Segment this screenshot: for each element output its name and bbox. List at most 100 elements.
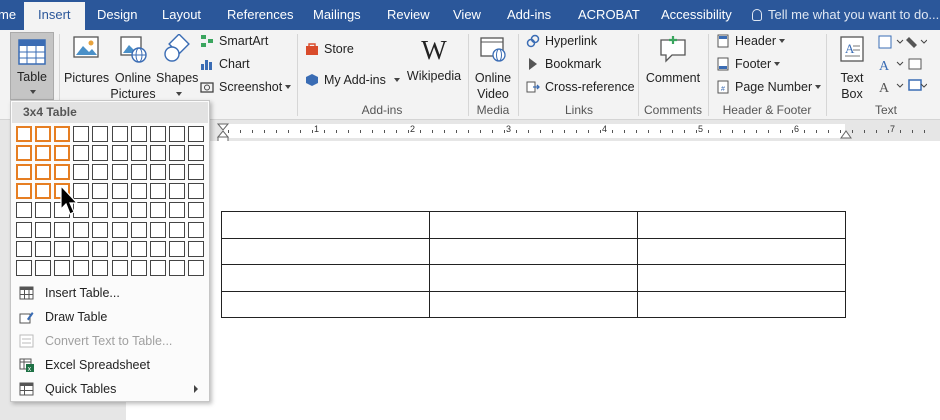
grid-cell[interactable] — [16, 222, 32, 238]
tab-references[interactable]: References — [227, 0, 293, 30]
table-cell[interactable] — [637, 264, 846, 292]
store-button[interactable]: Store — [305, 39, 354, 59]
insert-table-menu-item[interactable]: Insert Table... — [12, 281, 208, 305]
grid-cell[interactable] — [35, 126, 51, 142]
document-table[interactable] — [221, 211, 846, 318]
grid-cell[interactable] — [131, 145, 147, 161]
draw-table-menu-item[interactable]: Draw Table — [12, 305, 208, 329]
grid-cell[interactable] — [131, 222, 147, 238]
grid-cell[interactable] — [16, 202, 32, 218]
grid-cell[interactable] — [169, 241, 185, 257]
tab-design[interactable]: Design — [97, 0, 137, 30]
table-cell[interactable] — [221, 237, 430, 265]
grid-cell[interactable] — [131, 202, 147, 218]
grid-cell[interactable] — [73, 222, 89, 238]
grid-cell[interactable] — [150, 126, 166, 142]
grid-cell[interactable] — [54, 164, 70, 180]
screenshot-button[interactable]: Screenshot — [200, 77, 292, 97]
hyperlink-button[interactable]: Hyperlink — [526, 31, 597, 51]
grid-cell[interactable] — [188, 145, 204, 161]
grid-cell[interactable] — [73, 126, 89, 142]
grid-cell[interactable] — [35, 145, 51, 161]
grid-cell[interactable] — [54, 126, 70, 142]
grid-cell[interactable] — [92, 202, 108, 218]
table-cell[interactable] — [221, 211, 430, 239]
grid-cell[interactable] — [188, 126, 204, 142]
smartart-button[interactable]: SmartArt — [200, 31, 268, 51]
indent-marker-icon[interactable] — [216, 123, 230, 143]
table-cell[interactable] — [637, 290, 846, 318]
grid-cell[interactable] — [16, 183, 32, 199]
header-button[interactable]: Header — [716, 31, 785, 51]
grid-cell[interactable] — [112, 222, 128, 238]
tab-mailings[interactable]: Mailings — [313, 0, 361, 30]
quick-parts-icon[interactable] — [878, 35, 892, 49]
comment-button[interactable]: Comment — [643, 34, 703, 86]
grid-cell[interactable] — [169, 202, 185, 218]
table-cell[interactable] — [429, 211, 638, 239]
grid-cell[interactable] — [35, 241, 51, 257]
grid-cell[interactable] — [73, 145, 89, 161]
grid-cell[interactable] — [112, 183, 128, 199]
grid-cell[interactable] — [150, 222, 166, 238]
footer-button[interactable]: Footer — [716, 54, 781, 74]
grid-cell[interactable] — [169, 164, 185, 180]
grid-cell[interactable] — [92, 164, 108, 180]
tell-me-search[interactable]: Tell me what you want to do... — [752, 0, 939, 30]
table-cell[interactable] — [637, 237, 846, 265]
grid-cell[interactable] — [35, 222, 51, 238]
grid-cell[interactable] — [188, 241, 204, 257]
table-cell[interactable] — [429, 290, 638, 318]
signature-line-icon[interactable] — [906, 37, 917, 48]
grid-cell[interactable] — [54, 222, 70, 238]
grid-cell[interactable] — [188, 222, 204, 238]
bookmark-button[interactable]: Bookmark — [526, 54, 601, 74]
tab-view[interactable]: View — [453, 0, 481, 30]
grid-cell[interactable] — [16, 164, 32, 180]
tab-layout[interactable]: Layout — [162, 0, 201, 30]
grid-cell[interactable] — [112, 260, 128, 276]
chart-button[interactable]: Chart — [200, 54, 250, 74]
tab-home[interactable]: me — [0, 0, 16, 30]
grid-cell[interactable] — [16, 126, 32, 142]
wordart-icon[interactable]: A — [879, 59, 890, 74]
grid-cell[interactable] — [92, 260, 108, 276]
grid-cell[interactable] — [35, 202, 51, 218]
excel-spreadsheet-menu-item[interactable]: x Excel Spreadsheet — [12, 353, 208, 377]
grid-cell[interactable] — [188, 183, 204, 199]
grid-cell[interactable] — [16, 241, 32, 257]
grid-cell[interactable] — [169, 126, 185, 142]
grid-cell[interactable] — [112, 164, 128, 180]
grid-cell[interactable] — [150, 202, 166, 218]
grid-cell[interactable] — [150, 164, 166, 180]
online-pictures-button[interactable]: Online Pictures — [110, 34, 156, 102]
grid-cell[interactable] — [73, 241, 89, 257]
cross-reference-button[interactable]: Cross-reference — [526, 77, 635, 97]
grid-cell[interactable] — [73, 260, 89, 276]
table-cell[interactable] — [429, 237, 638, 265]
grid-cell[interactable] — [35, 164, 51, 180]
grid-cell[interactable] — [169, 222, 185, 238]
right-indent-marker-icon[interactable] — [839, 128, 853, 140]
grid-cell[interactable] — [16, 260, 32, 276]
my-addins-button[interactable]: My Add-ins — [305, 70, 400, 90]
grid-cell[interactable] — [131, 164, 147, 180]
grid-cell[interactable] — [112, 145, 128, 161]
online-video-button[interactable]: Online Video — [472, 34, 514, 102]
grid-cell[interactable] — [169, 183, 185, 199]
grid-cell[interactable] — [150, 260, 166, 276]
grid-cell[interactable] — [188, 164, 204, 180]
grid-cell[interactable] — [169, 145, 185, 161]
grid-cell[interactable] — [92, 183, 108, 199]
grid-cell[interactable] — [131, 126, 147, 142]
table-cell[interactable] — [429, 264, 638, 292]
table-button[interactable]: Table — [10, 32, 54, 100]
text-box-button[interactable]: A Text Box — [832, 34, 872, 102]
grid-cell[interactable] — [54, 145, 70, 161]
grid-cell[interactable] — [150, 241, 166, 257]
grid-cell[interactable] — [54, 260, 70, 276]
tab-review[interactable]: Review — [387, 0, 430, 30]
tab-insert[interactable]: Insert — [24, 2, 85, 30]
grid-cell[interactable] — [131, 260, 147, 276]
grid-cell[interactable] — [92, 145, 108, 161]
